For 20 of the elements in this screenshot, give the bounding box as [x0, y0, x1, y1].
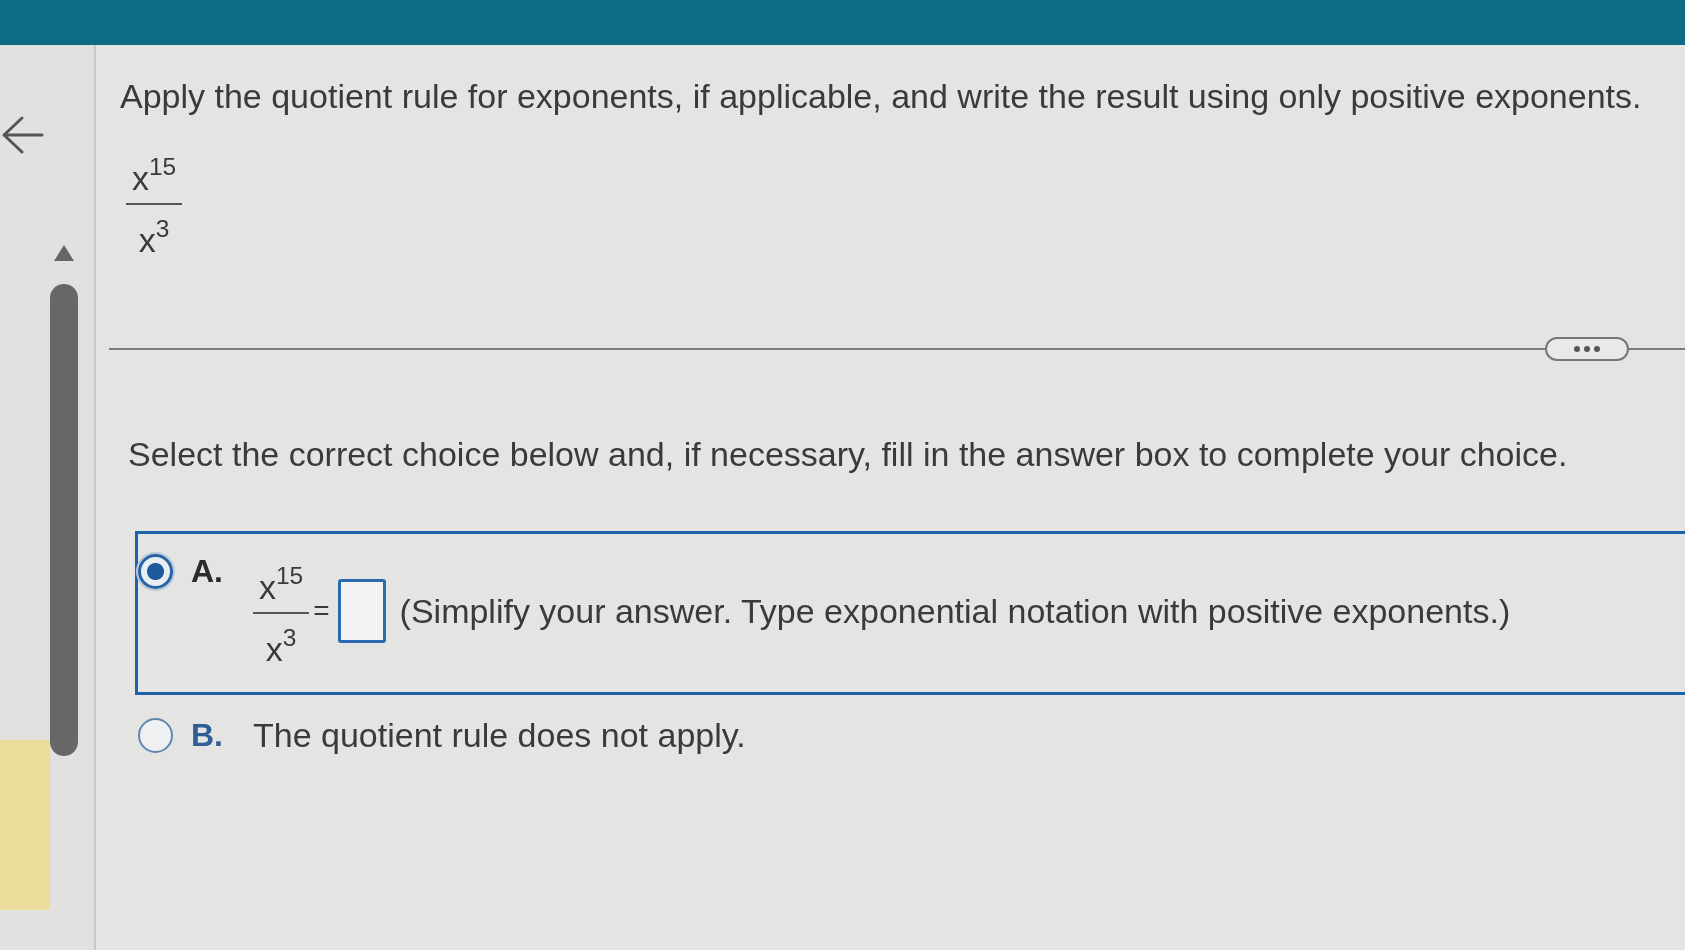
scrollbar-thumb[interactable]: [50, 284, 78, 756]
fraction-numerator: x$^{15}$: [253, 554, 310, 614]
more-button[interactable]: [1545, 337, 1629, 361]
radio-unselected[interactable]: [138, 718, 173, 753]
fraction-denominator: x$^{3}$: [264, 623, 298, 668]
fraction-numerator: x$^{15}$: [126, 145, 183, 205]
choice-text: The quotient rule does not apply.: [253, 718, 746, 753]
answer-instructions: (Simplify your answer. Type exponential notation with positive exponents.): [399, 591, 1511, 632]
choice-letter: B.: [191, 718, 224, 753]
radio-selected[interactable]: [138, 554, 173, 589]
question-text: Apply the quotient rule for exponents, if applicable, and write the result using only positive exponents.: [120, 76, 1643, 117]
equals-sign: =: [313, 595, 330, 627]
answer-box[interactable]: [337, 579, 386, 643]
ellipsis-icon: [1574, 346, 1600, 352]
back-button[interactable]: [0, 115, 44, 155]
arrow-left-icon: [0, 115, 44, 155]
prompt-text: Select the correct choice below and, if necessary, fill in the answer box to complete your choice.: [128, 434, 1569, 475]
scroll-up-icon[interactable]: [54, 245, 74, 261]
fraction-denominator: x$^{3}$: [137, 214, 171, 259]
choice-letter: A.: [191, 554, 224, 589]
